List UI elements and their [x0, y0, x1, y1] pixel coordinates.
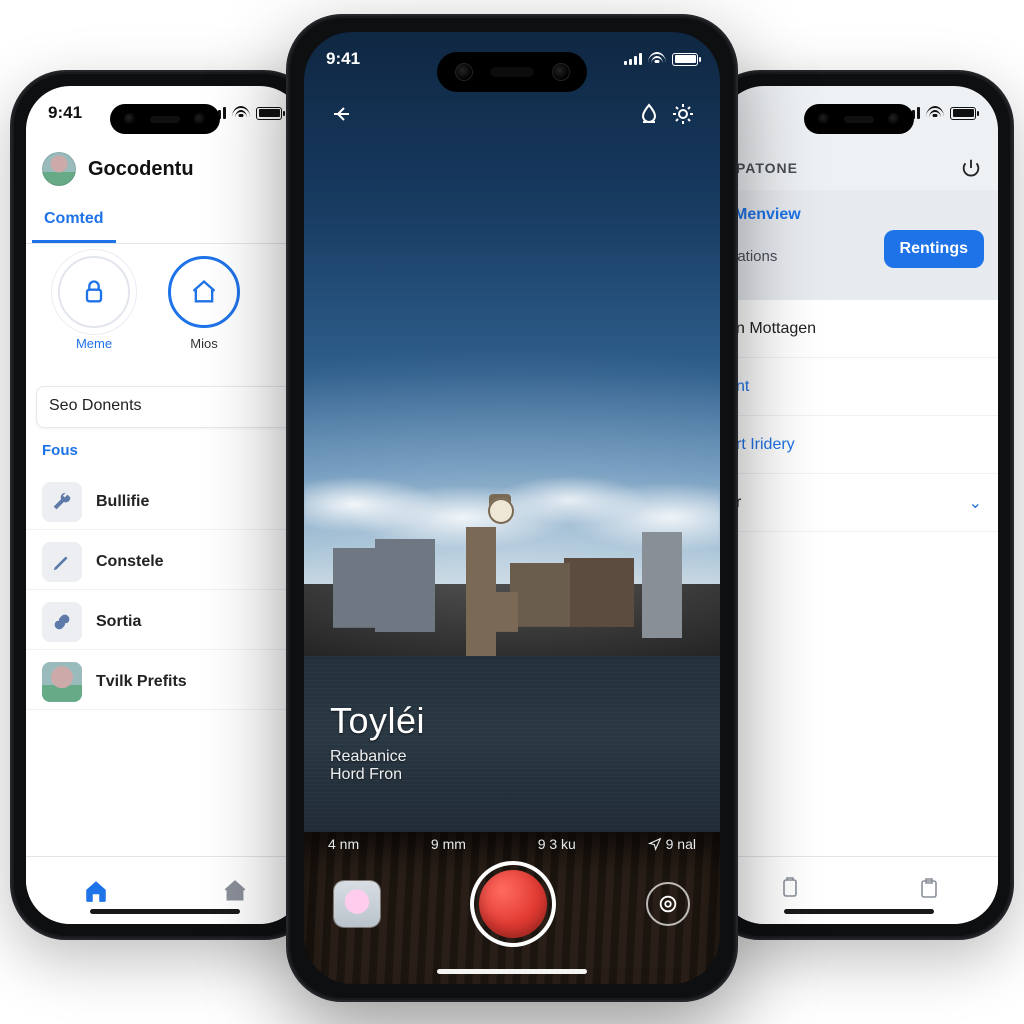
- app-header: Gocodentu: [26, 144, 304, 198]
- lens-icon: [657, 893, 679, 915]
- page-title: Gocodentu: [88, 158, 194, 181]
- avatar-icon: [42, 662, 82, 702]
- list-item-label: Constele: [96, 553, 164, 571]
- tab-selected[interactable]: Comted: [32, 198, 116, 243]
- back-button[interactable]: [324, 102, 358, 131]
- category-strip[interactable]: Seo Donents: [36, 386, 294, 428]
- metric: 9 3 ku: [538, 836, 576, 852]
- list-item[interactable]: Tvilk Prefits: [26, 654, 304, 710]
- chevron-down-icon: ⌄: [969, 493, 982, 513]
- section-header: Fous: [42, 442, 78, 459]
- camera-bottom-bar: [304, 858, 720, 950]
- home-indicator[interactable]: [784, 909, 934, 914]
- list-item[interactable]: r ⌄: [720, 474, 998, 532]
- sparkle-icon: [671, 102, 695, 126]
- rentings-button[interactable]: Rentings: [884, 230, 984, 268]
- battery-icon: [256, 107, 282, 120]
- brand-bar: PATONE: [720, 150, 998, 186]
- home-indicator[interactable]: [90, 909, 240, 914]
- metric: 9 mm: [431, 836, 466, 852]
- location-sub2: Hord Fron: [330, 766, 425, 784]
- wifi-icon: [232, 106, 250, 120]
- list-item[interactable]: Bullifie: [26, 474, 304, 530]
- status-time: 9:41: [48, 103, 82, 123]
- skyline: [304, 527, 720, 660]
- wifi-icon: [926, 106, 944, 120]
- tab-secondary[interactable]: [215, 871, 255, 911]
- list-item[interactable]: Constele: [26, 534, 304, 590]
- settings-list: n Mottagen nt rt Iridery r ⌄: [720, 300, 998, 856]
- pencil-icon: [42, 542, 82, 582]
- list-item[interactable]: rt Iridery: [720, 416, 998, 474]
- location-title: Toyléi: [330, 700, 425, 742]
- list-item[interactable]: Sortia: [26, 594, 304, 650]
- lock-icon: [80, 278, 108, 306]
- list-item-label: Sortia: [96, 613, 141, 631]
- phone-left: 9:41 Gocodentu Comted: [10, 70, 320, 940]
- tab-item[interactable]: [917, 876, 941, 905]
- tab-home[interactable]: [76, 871, 116, 911]
- quick-action-label: Mios: [160, 336, 248, 351]
- tab-item[interactable]: [778, 876, 802, 905]
- location-arrow-icon: [648, 837, 662, 851]
- lens-switch-button[interactable]: [646, 882, 690, 926]
- quick-action-label: Meme: [50, 336, 138, 351]
- tab-menview[interactable]: Menview: [734, 206, 801, 224]
- wifi-icon: [648, 52, 666, 66]
- phone-right: PATONE Menview lations Rentings n Mottag…: [704, 70, 1014, 940]
- quick-action-mios[interactable]: [168, 256, 240, 328]
- power-icon[interactable]: [960, 157, 982, 179]
- quick-actions: Meme Mios: [26, 256, 304, 376]
- arrow-left-icon: [329, 102, 353, 126]
- metric: 9 nal: [648, 836, 696, 852]
- location-sub1: Reabanice: [330, 748, 425, 766]
- sparkle-button[interactable]: [666, 102, 700, 131]
- brand-label: PATONE: [736, 160, 798, 176]
- list-item-label: nt: [736, 378, 749, 396]
- list-item-label: rt Iridery: [736, 436, 795, 454]
- signal-icon: [624, 53, 642, 65]
- home-icon: [190, 278, 218, 306]
- battery-icon: [672, 53, 698, 66]
- camera-metrics: 4 nm 9 mm 9 3 ku 9 nal: [304, 836, 720, 852]
- viewfinder-overlay: Toyléi Reabanice Hord Fron: [330, 700, 425, 784]
- gallery-thumbnail[interactable]: [334, 881, 380, 927]
- metric: 4 nm: [328, 836, 359, 852]
- battery-icon: [950, 107, 976, 120]
- list-item[interactable]: n Mottagen: [720, 300, 998, 358]
- list-item[interactable]: nt: [720, 358, 998, 416]
- drop-button[interactable]: [632, 102, 666, 131]
- shutter-ring: [470, 861, 556, 947]
- list-item-label: Bullifie: [96, 493, 149, 511]
- header-tabs: Menview lations Rentings: [720, 190, 998, 300]
- list-item-label: n Mottagen: [736, 320, 816, 338]
- quick-action-meme[interactable]: [58, 256, 130, 328]
- tab-lations[interactable]: lations: [734, 248, 777, 265]
- home-indicator[interactable]: [437, 969, 587, 974]
- shutter-button[interactable]: [479, 870, 547, 938]
- link-icon: [42, 602, 82, 642]
- avatar[interactable]: [42, 152, 76, 186]
- segmented-tabs: Comted: [26, 198, 304, 244]
- status-time: 9:41: [326, 49, 360, 69]
- phone-center: 9:41 Toy: [286, 14, 738, 1002]
- camera-top-bar: [304, 96, 720, 136]
- wrench-icon: [42, 482, 82, 522]
- list-item-label: Tvilk Prefits: [96, 673, 187, 691]
- drop-icon: [637, 102, 661, 126]
